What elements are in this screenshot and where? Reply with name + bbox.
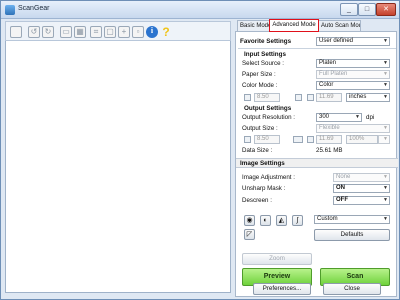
preview-toolbar: ↺ ↻ ▭ ▦ ⌗ ▢ + ▫ i ? (5, 21, 231, 41)
link-icon[interactable] (293, 136, 303, 143)
info-icon[interactable]: i (146, 26, 158, 38)
chevron-down-icon: ▼ (383, 71, 388, 77)
advanced-mode-body: Favorite Settings User defined ▼ Input S… (235, 31, 398, 297)
favorite-settings-label: Favorite Settings (240, 38, 292, 45)
color-balance-icon[interactable]: ◉ (244, 215, 255, 226)
chevron-down-icon: ▼ (383, 197, 388, 203)
unsharp-mask-select[interactable]: ON ▼ (333, 184, 390, 193)
chevron-down-icon: ▼ (383, 94, 388, 100)
tone-curve-icon[interactable]: ∫ (292, 215, 303, 226)
preferences-button[interactable]: Preferences... (253, 283, 311, 295)
close-window-button[interactable]: ✕ (376, 3, 396, 16)
height-icon (307, 136, 314, 143)
tab-auto-scan-mode[interactable]: Auto Scan Mode (318, 20, 361, 31)
title-bar: ScanGear _ □ ✕ (1, 1, 399, 19)
color-mode-label: Color Mode : (242, 82, 278, 89)
output-resolution-select[interactable]: 300 ▼ (316, 113, 362, 122)
close-button[interactable]: Close (323, 283, 381, 295)
chevron-down-icon: ▼ (383, 125, 388, 131)
paper-size-select: Full Platen ▼ (316, 70, 390, 79)
scale-dropdown: ▼ (378, 135, 390, 144)
chevron-down-icon: ▼ (383, 185, 388, 191)
select-source-label: Select Source : (242, 60, 284, 67)
clear-icon[interactable]: ▫ (132, 26, 144, 38)
color-mode-select[interactable]: Color ▼ (316, 81, 390, 90)
zoom-button: Zoom (242, 253, 312, 265)
select-source-select[interactable]: Platen ▼ (316, 59, 390, 68)
divider (238, 48, 396, 49)
unsharp-mask-label: Unsharp Mask : (242, 185, 286, 192)
scangear-app-icon (5, 5, 15, 15)
maximize-button[interactable]: □ (358, 3, 376, 16)
height-icon (307, 94, 314, 101)
input-width-field[interactable]: 8.50 (254, 93, 280, 102)
zoom-icon[interactable]: + (118, 26, 130, 38)
data-size-label: Data Size : (242, 147, 273, 154)
output-size-label: Output Size : (242, 125, 278, 132)
rotate-right-icon[interactable]: ↻ (42, 26, 54, 38)
data-size-value: 25.61 MB (316, 147, 343, 154)
auto-crop-icon[interactable]: ▭ (60, 26, 72, 38)
tab-basic-mode[interactable]: Basic Mode (237, 20, 270, 31)
defaults-button[interactable]: Defaults (314, 229, 390, 241)
output-height-field[interactable]: 11.69 (316, 135, 342, 144)
image-adjustment-select: None ▼ (333, 173, 390, 182)
tab-advanced-mode[interactable]: Advanced Mode (269, 19, 319, 32)
histogram-icon[interactable]: ◭ (276, 215, 287, 226)
chevron-down-icon: ▼ (383, 38, 388, 44)
paper-size-value: Full Platen (319, 71, 348, 77)
paper-size-label: Paper Size : (242, 71, 276, 78)
select-source-value: Platen (319, 60, 337, 66)
threshold-icon[interactable]: ◸ (244, 229, 255, 240)
preview-area[interactable] (5, 41, 231, 293)
chevron-down-icon: ▼ (383, 216, 388, 222)
minimize-button[interactable]: _ (340, 3, 358, 16)
unit-select[interactable]: inches ▼ (346, 93, 390, 102)
settings-panel: Basic Mode Advanced Mode Auto Scan Mode … (235, 19, 398, 297)
delete-crop-icon[interactable]: ▢ (104, 26, 116, 38)
favorite-settings-value: User defined (319, 38, 354, 44)
input-settings-heading: Input Settings (244, 51, 286, 58)
swap-icon[interactable] (295, 94, 302, 101)
chevron-down-icon: ▼ (355, 114, 360, 120)
input-height-field[interactable]: 11.69 (316, 93, 342, 102)
image-adjustment-value: None (336, 174, 351, 180)
descreen-select[interactable]: OFF ▼ (333, 196, 390, 205)
image-adjustment-label: Image Adjustment : (242, 174, 295, 181)
chevron-down-icon: ▼ (383, 136, 388, 142)
dpi-label: dpi (366, 114, 375, 121)
image-settings-heading: Image Settings (240, 160, 285, 167)
output-resolution-label: Output Resolution : (242, 114, 295, 121)
multi-crop-icon[interactable]: ▦ (74, 26, 86, 38)
brightness-contrast-icon[interactable]: ◐ (260, 215, 271, 226)
scangear-window: ScanGear _ □ ✕ ↺ ↻ ▭ ▦ ⌗ ▢ + ▫ i ? Basic… (0, 0, 400, 300)
unsharp-mask-value: ON (336, 185, 345, 191)
chevron-down-icon: ▼ (383, 60, 388, 66)
output-size-value: Flexible (319, 125, 340, 131)
output-resolution-value: 300 (319, 114, 330, 120)
chevron-down-icon: ▼ (383, 174, 388, 180)
output-width-field[interactable]: 8.50 (254, 135, 280, 144)
width-icon (244, 136, 251, 143)
mode-tabs: Basic Mode Advanced Mode Auto Scan Mode (235, 19, 397, 32)
crop-icon[interactable]: ⌗ (90, 26, 102, 38)
tone-curve-preset-select[interactable]: Custom ▼ (314, 215, 390, 224)
output-settings-heading: Output Settings (244, 105, 292, 112)
chevron-down-icon: ▼ (383, 82, 388, 88)
descreen-value: OFF (336, 197, 348, 203)
width-icon (244, 94, 251, 101)
tone-curve-preset-value: Custom (317, 216, 338, 222)
unit-value: inches (349, 94, 367, 100)
favorite-settings-select[interactable]: User defined ▼ (316, 37, 390, 46)
output-size-select: Flexible ▼ (316, 124, 390, 133)
color-mode-value: Color (319, 82, 334, 88)
scale-field[interactable]: 100% (346, 135, 378, 144)
rotate-left-icon[interactable]: ↺ (28, 26, 40, 38)
scan-icon[interactable] (10, 26, 22, 38)
help-icon[interactable]: ? (160, 26, 172, 38)
window-title: ScanGear (18, 5, 50, 12)
descreen-label: Descreen : (242, 197, 272, 204)
